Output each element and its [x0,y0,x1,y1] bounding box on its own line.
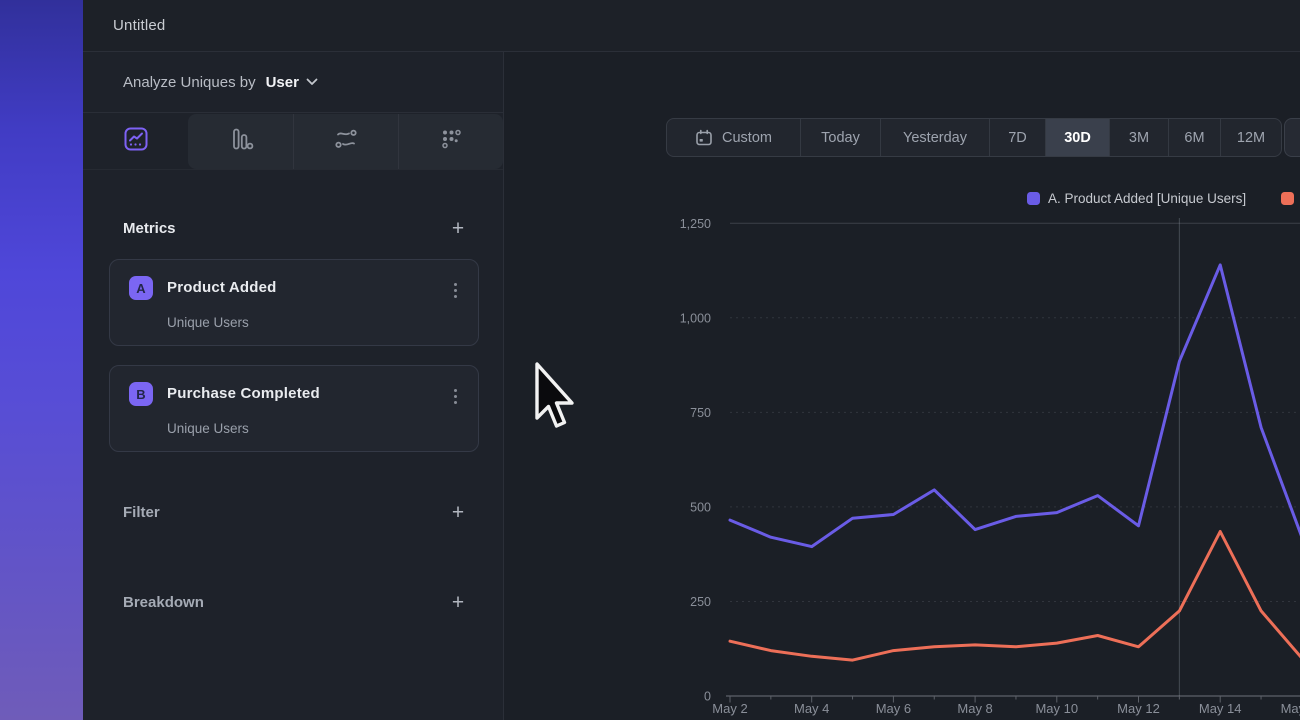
flows-icon [332,125,360,158]
y-axis-label: 250 [690,595,711,609]
metric-card-b[interactable]: B Purchase Completed Unique Users [109,365,479,452]
filter-section-header: Filter + [123,499,463,525]
app-window: Untitled Analyze Uniques by User [83,0,1300,720]
y-axis-label: 0 [704,690,711,704]
x-axis-label: May 12 [1117,701,1160,716]
y-axis-label: 750 [690,406,711,420]
chart-panel: 0 250 500 750 1,000 1,250 May 2 May 4 May 6 May 8… [587,52,1300,720]
x-axis-label: May 6 [876,701,911,716]
range-button-12m[interactable]: 12M [1220,119,1281,156]
x-axis-label: May 2 [712,701,747,716]
analyze-value-dropdown[interactable]: User [266,74,299,91]
chart-legend: A. Product Added [Unique Users] B. Purcha… [587,191,1300,209]
add-filter-button[interactable]: + [447,501,469,523]
metric-subtitle: Unique Users [167,315,249,330]
line-chart-icon [122,125,150,158]
range-button-yesterday[interactable]: Yesterday [880,119,989,156]
tab-retention[interactable] [398,114,503,169]
title-bar: Untitled [83,0,1300,52]
legend-item-a[interactable]: A. Product Added [Unique Users] [1027,191,1246,206]
compare-button[interactable]: Compare [1284,118,1300,157]
tab-bar-chart[interactable] [188,114,293,169]
chevron-down-icon[interactable] [306,78,318,86]
x-axis-label: May 14 [1199,701,1242,716]
x-axis-label: May 10 [1035,701,1078,716]
background-gradient-strip [0,0,83,720]
range-button-today[interactable]: Today [800,119,880,156]
metric-badge: A [129,276,153,300]
metric-subtitle: Unique Users [167,421,249,436]
metric-badge: B [129,382,153,406]
range-button-3m[interactable]: 3M [1109,119,1168,156]
x-axis-label: May 8 [957,701,992,716]
x-axis-label: May 4 [794,701,829,716]
calendar-icon [695,129,713,147]
series-line [730,265,1300,547]
series-line [730,532,1300,661]
y-axis-label: 1,000 [680,311,711,325]
metric-title: Product Added [167,279,277,296]
analyze-label: Analyze Uniques by [123,74,256,91]
analyze-header: Analyze Uniques by User [83,52,503,113]
breakdown-section-header: Breakdown + [123,589,463,615]
metrics-heading: Metrics [123,220,176,237]
x-axis-label: May 16 [1281,701,1300,716]
retention-grid-icon [438,126,464,157]
breakdown-heading: Breakdown [123,594,204,611]
tab-flows[interactable] [293,114,398,169]
add-breakdown-button[interactable]: + [447,591,469,613]
y-axis-label: 500 [690,500,711,514]
metric-options-kebab-icon[interactable] [444,276,466,304]
add-metric-button[interactable]: + [447,217,469,239]
tab-line-chart[interactable] [83,114,188,169]
legend-item-b[interactable]: B. Purchase Completed [Unique Users] [1281,191,1300,206]
bar-chart-icon [228,126,254,157]
report-title: Untitled [113,17,165,34]
y-axis-label: 1,250 [680,217,711,231]
filter-heading: Filter [123,504,160,521]
metrics-section-header: Metrics + [123,215,463,241]
metric-card-list: A Product Added Unique Users B Purchase Comp… [109,259,479,471]
range-button-custom[interactable]: Custom [667,119,800,156]
chart-type-tabbar [83,113,503,170]
range-button-7d[interactable]: 7D [989,119,1045,156]
range-button-30d[interactable]: 30D [1045,119,1109,156]
metric-options-kebab-icon[interactable] [444,382,466,410]
range-button-6m[interactable]: 6M [1168,119,1220,156]
date-range-toolbar: CustomTodayYesterday7D30D3M6M12M [666,118,1282,157]
metric-card-a[interactable]: A Product Added Unique Users [109,259,479,346]
query-sidebar: Analyze Uniques by User [83,52,504,720]
metric-title: Purchase Completed [167,385,320,402]
